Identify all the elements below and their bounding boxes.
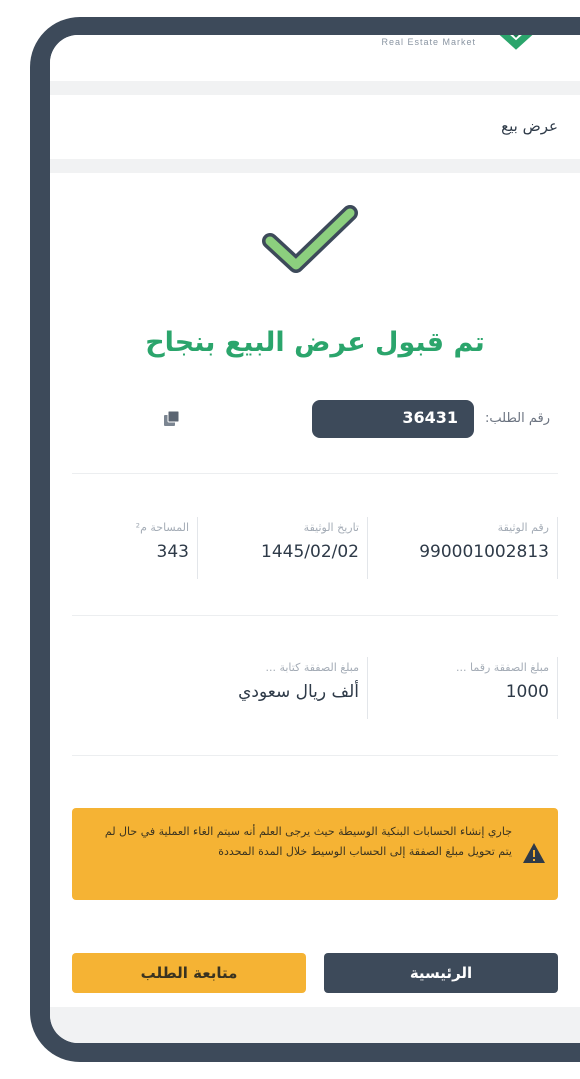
request-number-value: 36431 (402, 408, 458, 427)
amount-info-row: مبلغ الصفقة رقما ... 1000 مبلغ الصفقة كت… (50, 657, 580, 727)
deed-date-label: تاريخ الوثيقة (303, 521, 359, 534)
area-cell: المساحة م² 343 (118, 517, 198, 579)
deed-date-cell: تاريخ الوثيقة 1445/02/02 (208, 517, 368, 579)
brand-logo-icon[interactable] (492, 35, 540, 53)
deed-number-cell: رقم الوثيقة 990001002813 (378, 517, 558, 579)
amount-numeric-value: 1000 (505, 682, 549, 702)
follow-request-button[interactable]: متابعة الطلب (72, 953, 306, 993)
page-title: عرض بيع (501, 117, 558, 135)
deed-number-label: رقم الوثيقة (497, 521, 549, 534)
app-screen: Real Estate Market عرض بيع تم قبول عرض ا… (50, 35, 580, 1043)
brand-strip: Real Estate Market (50, 35, 580, 81)
request-number-label: رقم الطلب: (485, 411, 550, 426)
area-value: 343 (156, 542, 189, 562)
header-separator (50, 81, 580, 95)
amount-numeric-label: مبلغ الصفقة رقما ... (456, 661, 549, 674)
warning-text: جاري إنشاء الحسابات البنكية الوسيطة حيث … (104, 825, 512, 858)
check-icon (262, 205, 358, 273)
request-number-pill: 36431 (312, 400, 474, 438)
deed-info-row: رقم الوثيقة 990001002813 تاريخ الوثيقة 1… (50, 517, 580, 587)
warning-banner: جاري إنشاء الحسابات البنكية الوسيطة حيث … (72, 808, 558, 900)
divider (72, 615, 558, 616)
warning-icon (523, 843, 545, 863)
amount-text-value: ألف ريال سعودي (238, 682, 359, 702)
copy-icon[interactable] (162, 409, 182, 429)
deed-number-value: 990001002813 (419, 542, 549, 562)
divider (72, 755, 558, 756)
success-title: تم قبول عرض البيع بنجاح (145, 327, 485, 358)
content-separator (50, 159, 580, 173)
home-button[interactable]: الرئيسية (324, 953, 558, 993)
amount-text-label: مبلغ الصفقة كتابة ... (265, 661, 359, 674)
area-label: المساحة م² (135, 521, 189, 534)
amount-numeric-cell: مبلغ الصفقة رقما ... 1000 (378, 657, 558, 719)
page-header: عرض بيع (50, 95, 580, 159)
request-number-row: رقم الطلب: 36431 (50, 400, 580, 438)
deed-date-value: 1445/02/02 (261, 542, 359, 562)
brand-name: Real Estate Market (381, 37, 476, 47)
amount-text-cell: مبلغ الصفقة كتابة ... ألف ريال سعودي (168, 657, 368, 719)
bottom-bar (50, 1007, 580, 1043)
divider (72, 473, 558, 474)
